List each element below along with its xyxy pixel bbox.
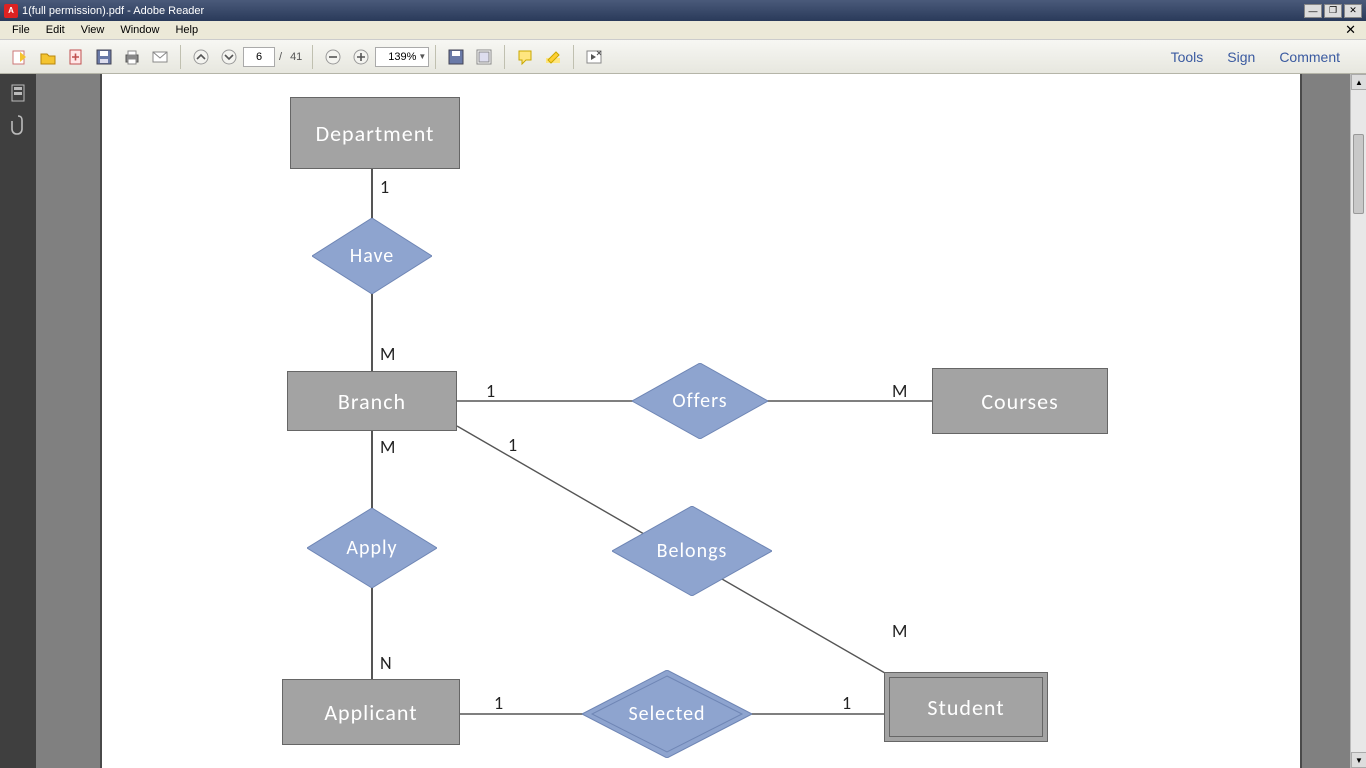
menu-file[interactable]: File: [4, 22, 38, 38]
save-copy-icon[interactable]: [443, 44, 469, 70]
entity-applicant: Applicant: [282, 679, 460, 745]
pdf-page: Department Branch Courses Applicant Stud…: [100, 74, 1302, 768]
relation-have: Have: [312, 218, 432, 294]
relation-label: Apply: [346, 536, 397, 560]
email-icon[interactable]: [147, 44, 173, 70]
cardinality-label: M: [380, 343, 395, 365]
vertical-scrollbar[interactable]: ▲ ▼: [1350, 74, 1366, 768]
zoom-out-icon[interactable]: [320, 44, 346, 70]
scroll-thumb[interactable]: [1353, 134, 1364, 214]
toolbar-separator: [573, 45, 574, 69]
scroll-down-icon[interactable]: ▼: [1351, 752, 1366, 768]
relation-offers: Offers: [632, 363, 768, 439]
cardinality-label: M: [892, 380, 907, 402]
cardinality-label: N: [380, 652, 392, 674]
toolbar-separator: [435, 45, 436, 69]
entity-label: Student: [927, 694, 1004, 721]
relation-label: Have: [350, 244, 395, 268]
toolbar: / 41 139%▼ Tools Sign Comment: [0, 40, 1366, 74]
snapshot-icon[interactable]: [471, 44, 497, 70]
entity-label: Courses: [981, 388, 1058, 415]
toolbar-separator: [180, 45, 181, 69]
toolbar-separator: [504, 45, 505, 69]
toolbar-separator: [312, 45, 313, 69]
minimize-button[interactable]: —: [1304, 4, 1322, 18]
relation-label: Selected: [628, 702, 705, 726]
attachments-icon[interactable]: [7, 114, 29, 136]
page-down-icon[interactable]: [216, 44, 242, 70]
menubar: File Edit View Window Help ✕: [0, 21, 1366, 40]
sign-panel-button[interactable]: Sign: [1221, 45, 1261, 69]
menu-edit[interactable]: Edit: [38, 22, 73, 38]
close-button[interactable]: ✕: [1344, 4, 1362, 18]
export-pdf-icon[interactable]: [7, 44, 33, 70]
page-number-input[interactable]: [243, 47, 275, 67]
scroll-up-icon[interactable]: ▲: [1351, 74, 1366, 90]
relation-apply: Apply: [307, 508, 437, 588]
cardinality-label: 1: [508, 434, 517, 456]
relation-label: Belongs: [657, 539, 728, 563]
chevron-down-icon: ▼: [418, 52, 426, 61]
thumbnails-icon[interactable]: [7, 82, 29, 104]
entity-branch: Branch: [287, 371, 457, 431]
highlight-icon[interactable]: [540, 44, 566, 70]
cardinality-label: M: [380, 436, 395, 458]
relation-label: Offers: [672, 389, 727, 413]
open-icon[interactable]: [35, 44, 61, 70]
menu-view[interactable]: View: [73, 22, 113, 38]
cardinality-label: M: [892, 620, 907, 642]
menu-window[interactable]: Window: [112, 22, 167, 38]
zoom-level-label: 139%: [388, 51, 416, 63]
window-title: 1(full permission).pdf - Adobe Reader: [22, 5, 204, 17]
cardinality-label: 1: [494, 692, 503, 714]
print-icon[interactable]: [119, 44, 145, 70]
nav-side-strip: [0, 74, 36, 768]
entity-label: Branch: [338, 388, 406, 415]
tools-panel-button[interactable]: Tools: [1165, 45, 1210, 69]
entity-department: Department: [290, 97, 460, 169]
window-titlebar: A 1(full permission).pdf - Adobe Reader …: [0, 0, 1366, 21]
er-diagram: Department Branch Courses Applicant Stud…: [102, 74, 1300, 768]
doc-close-button[interactable]: ✕: [1339, 22, 1362, 38]
relation-selected: Selected: [582, 670, 752, 758]
entity-label: Department: [316, 120, 435, 147]
sticky-note-icon[interactable]: [512, 44, 538, 70]
page-separator-label: /: [279, 51, 282, 63]
comment-panel-button[interactable]: Comment: [1273, 45, 1346, 69]
cardinality-label: 1: [486, 380, 495, 402]
right-tool-panel: Tools Sign Comment: [1165, 45, 1360, 69]
cardinality-label: 1: [842, 692, 851, 714]
workspace: Department Branch Courses Applicant Stud…: [0, 74, 1366, 768]
entity-student: Student: [884, 672, 1048, 742]
create-pdf-icon[interactable]: [63, 44, 89, 70]
page-total-label: 41: [290, 51, 302, 63]
entity-label: Applicant: [324, 699, 417, 726]
entity-courses: Courses: [932, 368, 1108, 434]
zoom-in-icon[interactable]: [348, 44, 374, 70]
page-up-icon[interactable]: [188, 44, 214, 70]
restore-button[interactable]: ❐: [1324, 4, 1342, 18]
save-icon[interactable]: [91, 44, 117, 70]
read-mode-icon[interactable]: [581, 44, 607, 70]
relation-belongs: Belongs: [612, 506, 772, 596]
cardinality-label: 1: [380, 176, 389, 198]
menu-help[interactable]: Help: [167, 22, 206, 38]
document-area[interactable]: Department Branch Courses Applicant Stud…: [36, 74, 1366, 768]
zoom-level-select[interactable]: 139%▼: [375, 47, 429, 67]
pdf-app-icon: A: [4, 4, 18, 18]
